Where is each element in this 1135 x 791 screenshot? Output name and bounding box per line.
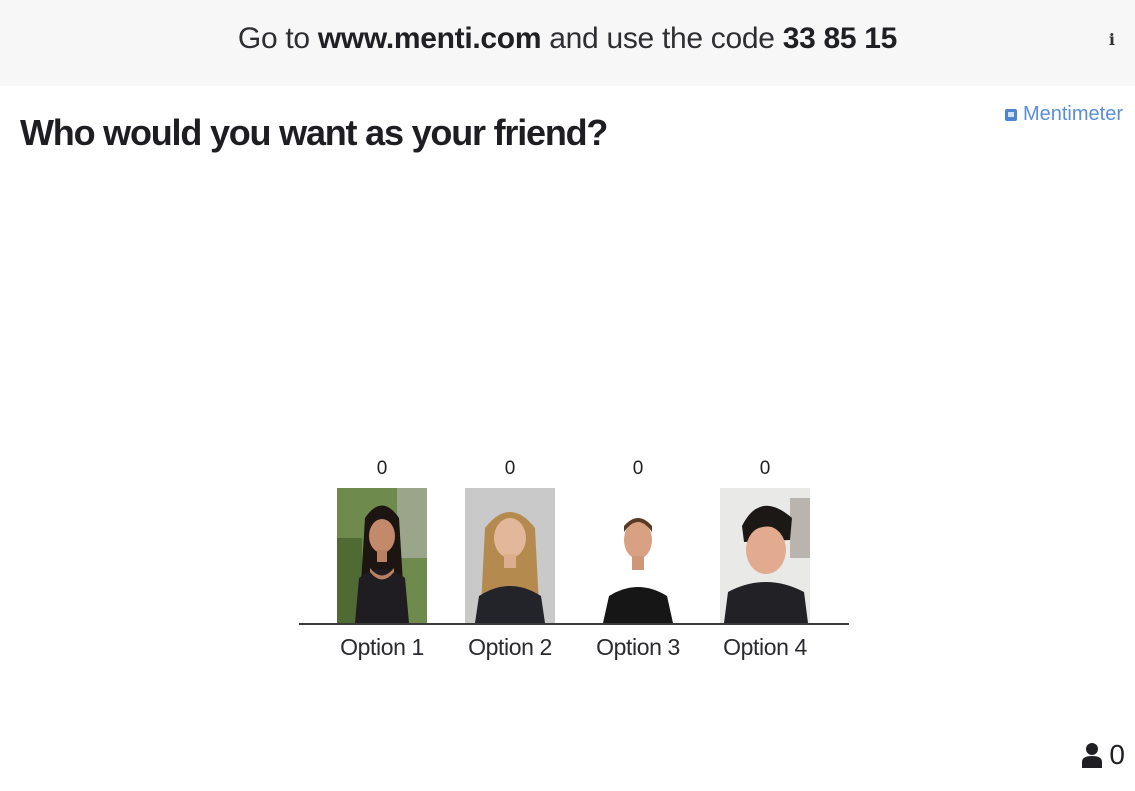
- menti-url[interactable]: www.menti.com: [318, 22, 542, 55]
- option-4-count: 0: [759, 458, 771, 479]
- info-icon[interactable]: i: [1109, 30, 1115, 49]
- option-2-photo: [465, 488, 555, 623]
- option-4-label: Option 4: [723, 634, 807, 660]
- option-2-count: 0: [504, 458, 516, 479]
- option-1-label: Option 1: [340, 634, 424, 660]
- person-icon: [1082, 743, 1103, 768]
- option-3-photo: [593, 488, 683, 623]
- option-1-count: 0: [376, 458, 388, 479]
- option-3-count: 0: [632, 458, 644, 479]
- chart-baseline: [299, 623, 849, 625]
- option-4-photo: [720, 488, 810, 623]
- instruction-middle: and use the code: [549, 22, 775, 55]
- option-2-label: Option 2: [468, 634, 552, 660]
- instruction-prefix: Go to: [237, 22, 310, 55]
- join-instruction: Go to www.menti.com and use the code 33 …: [0, 22, 1135, 56]
- option-1-photo: [337, 488, 427, 623]
- brand-label: Mentimeter: [1022, 103, 1123, 125]
- join-code: 33 85 15: [782, 22, 898, 55]
- question-title: Who would you want as your friend?: [20, 112, 608, 153]
- option-3-label: Option 3: [596, 634, 680, 660]
- mentimeter-brand[interactable]: Mentimeter: [1004, 103, 1123, 126]
- voter-count: 0: [1109, 739, 1125, 770]
- voter-counter: 0: [1081, 739, 1125, 771]
- mentimeter-logo-icon: [1004, 108, 1017, 121]
